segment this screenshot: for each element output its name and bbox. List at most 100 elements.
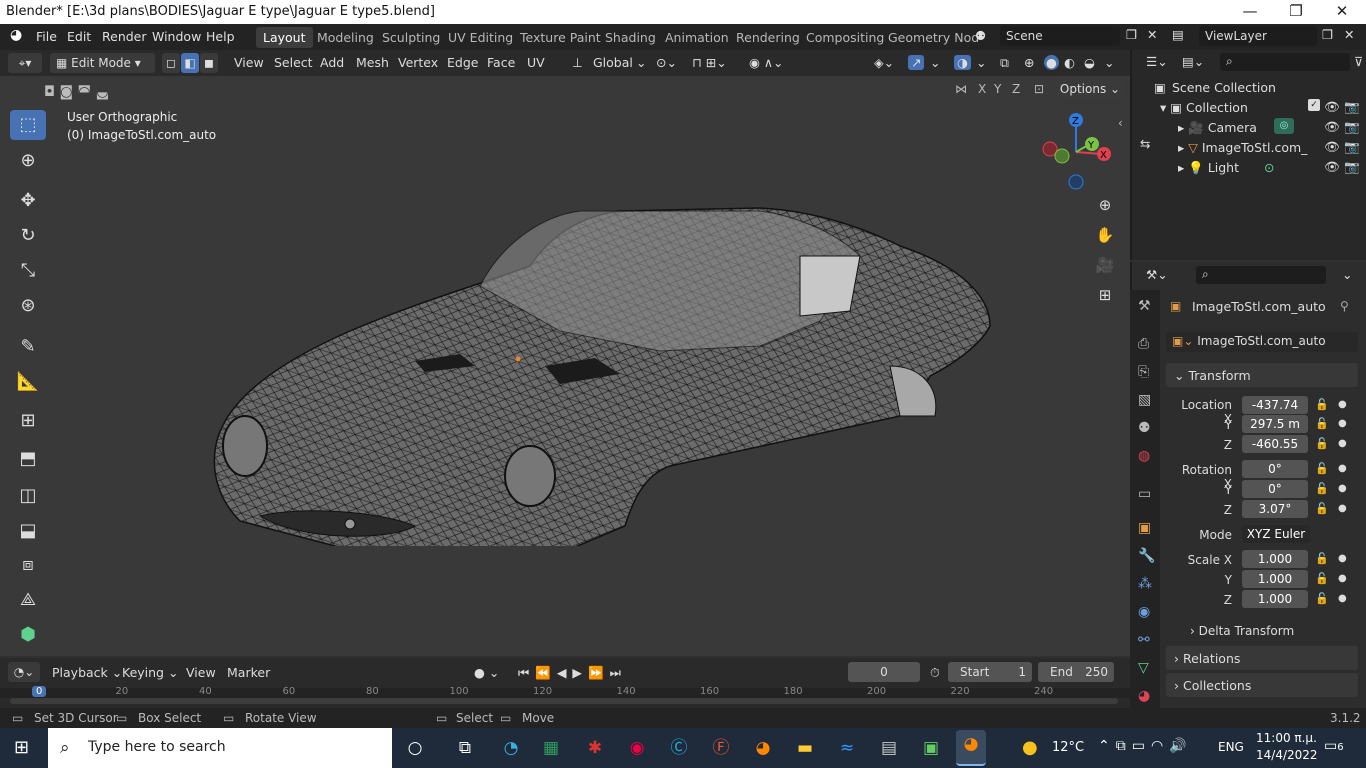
modifier-tab-icon[interactable]: 🔧 bbox=[1138, 548, 1155, 564]
lock-icon[interactable]: 🔓 bbox=[1315, 552, 1329, 565]
maximize-button[interactable]: ❐ bbox=[1273, 0, 1319, 24]
lock-icon[interactable]: 🔓 bbox=[1315, 592, 1329, 605]
snap-icon[interactable]: ⊓ ⊞⌄ bbox=[692, 55, 727, 70]
render-tab-icon[interactable]: ⎙ bbox=[1138, 336, 1149, 352]
transform-section-header[interactable]: ⌄ Transform bbox=[1166, 363, 1358, 387]
mode-select[interactable]: ▦ Edit Mode ▾ bbox=[50, 53, 155, 73]
collection-tab-icon[interactable]: ▭ bbox=[1138, 486, 1151, 502]
pan-hand-icon[interactable]: ✋ bbox=[1092, 222, 1118, 248]
location-x-field[interactable]: -437.74 bbox=[1242, 396, 1308, 414]
menu-vertex[interactable]: Vertex bbox=[398, 55, 438, 70]
perspective-grid-icon[interactable]: ⊞ bbox=[1092, 282, 1118, 308]
current-frame-field[interactable]: 0 bbox=[848, 662, 920, 682]
eye-icon[interactable]: 👁 bbox=[1324, 99, 1340, 115]
keyframe-dot-icon[interactable]: ● bbox=[1338, 503, 1347, 514]
menu-help[interactable]: Help bbox=[206, 29, 235, 44]
orientation-select[interactable]: Global bbox=[593, 55, 633, 70]
keyframe-dot-icon[interactable]: ● bbox=[1338, 399, 1347, 410]
record-icon[interactable]: ● ⌄ bbox=[474, 665, 499, 680]
tab-modeling[interactable]: Modeling bbox=[310, 27, 381, 48]
scene-tab-icon[interactable]: ⚉ bbox=[1138, 420, 1151, 436]
app-wave-icon[interactable]: ≈ bbox=[832, 734, 862, 762]
task-view-icon[interactable]: ⧉ bbox=[450, 734, 480, 762]
rotation-z-field[interactable]: 3.07° bbox=[1242, 500, 1308, 518]
outliner-editor-icon[interactable]: ☰⌄ bbox=[1146, 54, 1168, 69]
view-layer-tab-icon[interactable]: ▧ bbox=[1138, 392, 1151, 408]
blender-logo-icon[interactable]: ◕ bbox=[10, 27, 22, 43]
viewlayer-icon[interactable]: ▤ bbox=[1172, 27, 1184, 42]
clock-time[interactable]: 11:00 π.μ. bbox=[1256, 731, 1317, 745]
tab-texture-paint[interactable]: Texture Paint bbox=[513, 27, 608, 48]
location-y-field[interactable]: 297.5 m bbox=[1242, 415, 1308, 433]
car-wireframe-mesh[interactable] bbox=[200, 116, 1010, 546]
delta-transform-subsection[interactable]: › Delta Transform bbox=[1190, 624, 1294, 638]
remove-viewlayer-icon[interactable]: ✕ bbox=[1344, 27, 1354, 42]
cortana-icon[interactable]: ○ bbox=[400, 734, 430, 762]
tab-geometry-nodes[interactable]: Geometry Nod bbox=[881, 27, 986, 48]
edge-select-icon[interactable]: ◧ bbox=[181, 53, 199, 73]
blender-active-taskbar-icon[interactable]: ◕ bbox=[956, 730, 986, 766]
axis-x[interactable]: X bbox=[978, 82, 986, 96]
collections-section-header[interactable]: › Collections bbox=[1166, 673, 1358, 697]
menu-render[interactable]: Render bbox=[102, 29, 147, 44]
menu-edge[interactable]: Edge bbox=[447, 55, 478, 70]
rotation-mode-select[interactable]: XYZ Euler ⌄ bbox=[1242, 525, 1310, 559]
clock-date[interactable]: 14/4/2022 bbox=[1256, 748, 1318, 762]
properties-search-input[interactable]: ⌕ bbox=[1196, 266, 1326, 284]
viewlayer-field[interactable]: ViewLayer bbox=[1199, 26, 1317, 46]
lock-icon[interactable]: 🔓 bbox=[1315, 398, 1329, 411]
camera-view-icon[interactable]: 🎥 bbox=[1092, 252, 1118, 278]
data-tab-icon[interactable]: ▽ bbox=[1138, 660, 1149, 676]
scale-x-field[interactable]: 1.000 bbox=[1242, 550, 1308, 568]
weather-temp[interactable]: 12°C bbox=[1052, 740, 1084, 755]
object-datablock-field[interactable]: ▣⌄ ImageToStl.com_auto bbox=[1166, 332, 1358, 352]
world-tab-icon[interactable]: ◍ bbox=[1138, 448, 1150, 464]
cursor-tool-icon[interactable]: ⊕ bbox=[10, 146, 46, 176]
tool-tab-icon[interactable]: ⚒ bbox=[1138, 298, 1151, 314]
excel-icon[interactable]: ▦ bbox=[536, 734, 566, 762]
lock-icon[interactable]: 🔓 bbox=[1315, 417, 1329, 430]
calculator-icon[interactable]: ▤ bbox=[874, 734, 904, 762]
collection-row[interactable]: ▾ ▣ Collection bbox=[1160, 100, 1248, 115]
app-red-icon[interactable]: ✱ bbox=[580, 734, 610, 762]
tab-uv-editing[interactable]: UV Editing bbox=[441, 27, 520, 48]
scene-icon[interactable]: ⚉ bbox=[975, 28, 986, 43]
menu-window[interactable]: Window bbox=[152, 29, 201, 44]
start-frame-field[interactable]: Start 1 bbox=[948, 662, 1032, 682]
vertex-select-icon[interactable]: ◻ bbox=[162, 53, 180, 73]
menu-add[interactable]: Add bbox=[320, 55, 344, 70]
frame-ruler[interactable]: 0 20 40 60 80 100 120 140 160 180 200 220 240 bbox=[0, 686, 1130, 698]
axis-y[interactable]: Y bbox=[994, 82, 1001, 96]
lock-icon[interactable]: 🔓 bbox=[1315, 437, 1329, 450]
tab-shading[interactable]: Shading bbox=[598, 27, 663, 48]
auto-merge-icon[interactable]: ⊡ bbox=[1034, 82, 1044, 96]
overlay-icon[interactable]: ◑ bbox=[954, 55, 971, 70]
keyframe-dot-icon[interactable]: ● bbox=[1338, 573, 1347, 584]
scale-y-field[interactable]: 1.000 bbox=[1242, 570, 1308, 588]
transform-tool-icon[interactable]: ⊛ bbox=[10, 291, 46, 321]
material-shading-icon[interactable]: ◐ bbox=[1064, 55, 1075, 70]
proportional-edit-icon[interactable]: ◉ ∧⌄ bbox=[749, 55, 784, 70]
select-mode-icons[interactable]: ◘ ◙ ◚ ◛ bbox=[44, 84, 109, 100]
rendered-shading-icon[interactable]: ◒ bbox=[1084, 55, 1095, 70]
display-mode-icon[interactable]: ▤⌄ bbox=[1182, 54, 1204, 69]
tab-sculpting[interactable]: Sculpting bbox=[375, 27, 447, 48]
poly-build-tool-icon[interactable]: ⬢ bbox=[10, 620, 46, 650]
app-f-icon[interactable]: Ⓕ bbox=[706, 734, 736, 762]
wireframe-shading-icon[interactable]: ⊕ bbox=[1024, 55, 1034, 70]
render-camera-icon[interactable]: 📷 bbox=[1344, 159, 1360, 175]
tab-layout[interactable]: Layout bbox=[256, 27, 313, 48]
file-explorer-icon[interactable]: ▬ bbox=[790, 734, 820, 762]
new-viewlayer-icon[interactable]: ❐ bbox=[1322, 27, 1333, 42]
chevron-down-icon[interactable]: ⌄ bbox=[1342, 267, 1352, 282]
axis-z[interactable]: Z bbox=[1012, 82, 1020, 96]
notifications-icon[interactable]: ▭6 bbox=[1324, 738, 1344, 754]
close-button[interactable]: ✕ bbox=[1319, 0, 1365, 24]
xray-icon[interactable]: ⧉ bbox=[1000, 55, 1009, 71]
menu-face[interactable]: Face bbox=[487, 55, 515, 70]
chevron-down-icon[interactable]: ⌄ bbox=[976, 55, 986, 70]
menu-view-timeline[interactable]: View bbox=[186, 665, 216, 680]
tab-rendering[interactable]: Rendering bbox=[729, 27, 807, 48]
transform-orientation-icon[interactable]: ⊥ bbox=[572, 55, 583, 70]
edge-icon[interactable]: ◔ bbox=[496, 734, 526, 762]
